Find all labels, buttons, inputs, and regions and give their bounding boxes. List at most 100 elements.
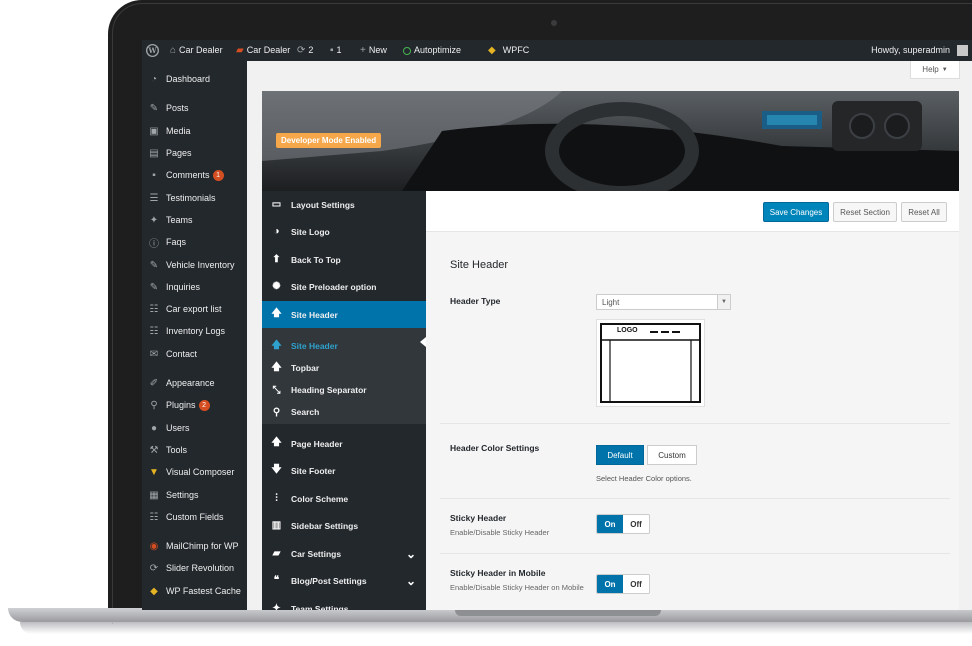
sidebar-item-teams[interactable]: ✦ Teams — [142, 210, 247, 230]
custom-color-button[interactable]: Custom — [647, 445, 697, 465]
sidebar-item-label: Inventory Logs — [166, 326, 226, 336]
sticky-mobile-on-button[interactable]: On — [597, 575, 623, 593]
sidebar-item-settings[interactable]: ▦ Settings — [142, 485, 247, 505]
pin-icon: ✎ — [149, 281, 159, 293]
sidebar-item-comments[interactable]: ▪ Comments 1 — [142, 165, 247, 185]
sidebar-item-plugins[interactable]: ⚲ Plugins 2 — [142, 395, 247, 415]
list-icon: ☷ — [149, 303, 159, 315]
testimonial-icon: ☰ — [149, 192, 159, 204]
sidebar-item-slider-revolution[interactable]: ⟳ Slider Revolution — [142, 558, 247, 578]
sidebar-item-inventory-logs[interactable]: ☷ Inventory Logs — [142, 321, 247, 341]
logo-icon: ◑ — [273, 226, 280, 237]
sidebar-item-car-export-list[interactable]: ☷ Car export list — [142, 299, 247, 319]
sticky-header-desc: Enable/Disable Sticky Header — [450, 528, 550, 537]
sidebar-item-testimonials[interactable]: ☰ Testimonials — [142, 188, 247, 208]
site-name-link[interactable]: ⌂ Car Dealer — [170, 40, 223, 61]
sidebar-item-label: Car export list — [166, 304, 222, 314]
options-nav-layout-settings[interactable]: ▭ Layout Settings — [262, 191, 426, 218]
new-content-link[interactable]: + New — [360, 40, 387, 61]
sidebar-item-tools[interactable]: ⚒ Tools — [142, 440, 247, 460]
sidebar-item-posts[interactable]: ✎ Posts — [142, 98, 247, 118]
sidebar-item-dashboard[interactable]: ◔ Dashboard — [142, 69, 247, 89]
sidebar-item-pages[interactable]: ▤ Pages — [142, 143, 247, 163]
sidebar-item-label: Contact — [166, 349, 198, 359]
options-nav-heading-separator[interactable]: ⤡ Heading Separator — [262, 379, 426, 401]
header-layout-preview[interactable]: LOGO — [596, 319, 705, 407]
team-icon: ✦ — [272, 603, 281, 610]
wordpress-menu[interactable]: W — [146, 40, 159, 61]
options-nav-label: Back To Top — [291, 254, 341, 265]
account-menu[interactable]: Howdy, superadmin — [871, 40, 968, 61]
sidebar-item-visual-composer[interactable]: ▼ Visual Composer — [142, 462, 247, 482]
sticky-mobile-toggle[interactable]: On Off — [596, 574, 650, 594]
sticky-mobile-off-button[interactable]: Off — [623, 575, 649, 593]
options-nav-search[interactable]: ⚲ Search — [262, 401, 426, 423]
arrow-up-icon: 🡅 — [271, 437, 282, 448]
default-color-button[interactable]: Default — [596, 445, 644, 465]
wpfc-icon: ◆ — [488, 45, 496, 56]
svg-text:W: W — [147, 46, 157, 55]
updates-link[interactable]: ⟳ 2 — [297, 40, 313, 61]
options-nav-site-logo[interactable]: ◑ Site Logo — [262, 218, 426, 245]
sidebar-item-contact[interactable]: ✉ Contact — [142, 344, 247, 364]
settings-icon: ▦ — [149, 489, 159, 501]
sidebar-item-faqs[interactable]: ⓘ Faqs — [142, 232, 247, 252]
divider — [440, 553, 950, 554]
chevron-down-icon: ▼ — [717, 295, 730, 309]
sticky-off-button[interactable]: Off — [623, 515, 649, 533]
options-nav-blog-post-settings[interactable]: ❝ Blog/Post Settings ⌄ — [262, 567, 426, 594]
count-badge: 2 — [198, 399, 210, 411]
options-nav-topbar[interactable]: 🡅 Topbar — [262, 357, 426, 379]
sidebar-item-inquiries[interactable]: ✎ Inquiries — [142, 277, 247, 297]
reset-all-button[interactable]: Reset All — [901, 202, 947, 222]
wpfc-link[interactable]: ◆ WPFC — [488, 40, 529, 61]
options-nav-page-header[interactable]: 🡅 Page Header — [262, 430, 426, 457]
header-color-label: Header Color Settings — [450, 443, 540, 453]
options-nav-back-to-top[interactable]: ⬆ Back To Top — [262, 246, 426, 273]
sidebar-item-label: Visual Composer — [166, 467, 235, 477]
options-nav-label: Site Logo — [291, 226, 330, 237]
options-nav-team-settings[interactable]: ✦ Team Settings — [262, 595, 426, 610]
sidebar-item-vehicle-inventory[interactable]: ✎ Vehicle Inventory — [142, 255, 247, 275]
car-dealer-label: Car Dealer — [246, 45, 291, 55]
comment-icon: ▪ — [330, 45, 334, 56]
layout-icon: ▭ — [271, 199, 282, 210]
sidebar-item-label: MailChimp for WP — [166, 541, 239, 551]
options-nav-site-preloader-option[interactable]: ✺ Site Preloader option — [262, 273, 426, 300]
save-changes-button[interactable]: Save Changes — [763, 202, 829, 222]
options-nav-sidebar-settings[interactable]: ▥ Sidebar Settings — [262, 512, 426, 539]
sidebar-item-appearance[interactable]: ✐ Appearance — [142, 373, 247, 393]
options-nav-label: Blog/Post Settings — [291, 575, 367, 586]
options-nav-car-settings[interactable]: ▰ Car Settings ⌄ — [262, 540, 426, 567]
sticky-mobile-label: Sticky Header in Mobile — [450, 568, 546, 578]
count-badge: 1 — [212, 169, 224, 181]
sidebar-item-label: Appearance — [166, 378, 215, 388]
options-nav-label: Page Header — [291, 438, 343, 449]
sidebar-item-label: Faqs — [166, 237, 187, 247]
help-tab[interactable]: Help ▼ — [910, 61, 960, 79]
developer-mode-badge: Developer Mode Enabled — [276, 133, 382, 148]
options-nav-label: Site Header — [291, 309, 338, 320]
sidebar-item-users[interactable]: ● Users — [142, 418, 247, 438]
sticky-on-button[interactable]: On — [597, 515, 623, 533]
sticky-header-toggle[interactable]: On Off — [596, 514, 650, 534]
header-type-select[interactable]: Light ▼ — [596, 294, 731, 310]
reset-section-button[interactable]: Reset Section — [833, 202, 897, 222]
sidebar-item-media[interactable]: ▣ Media — [142, 121, 247, 141]
fields-icon: ☷ — [149, 511, 159, 523]
sidebar-item-custom-fields[interactable]: ☷ Custom Fields — [142, 507, 247, 527]
options-nav-site-header[interactable]: 🡅 Site Header — [262, 301, 426, 328]
sidebar-item-wp-fastest-cache[interactable]: ◆ WP Fastest Cache — [142, 581, 247, 601]
options-nav-site-header[interactable]: 🡅 Site Header — [262, 335, 426, 357]
autoptimize-link[interactable]: Autoptimize — [403, 40, 461, 61]
pages-icon: ▤ — [149, 147, 159, 159]
comments-link[interactable]: ▪ 1 — [330, 40, 342, 61]
sidebar-item-mailchimp-for-wp[interactable]: ◉ MailChimp for WP — [142, 536, 247, 556]
wrench-icon: ⚒ — [149, 444, 159, 456]
options-nav-site-footer[interactable]: 🡇 Site Footer — [262, 457, 426, 484]
teams-icon: ✦ — [149, 214, 159, 226]
wpfc-label: WPFC — [502, 45, 530, 55]
sticky-mobile-desc: Enable/Disable Sticky Header on Mobile — [450, 583, 584, 592]
car-dealer-link[interactable]: ▰ Car Dealer — [236, 40, 290, 61]
options-nav-color-scheme[interactable]: ⫶ Color Scheme — [262, 485, 426, 512]
